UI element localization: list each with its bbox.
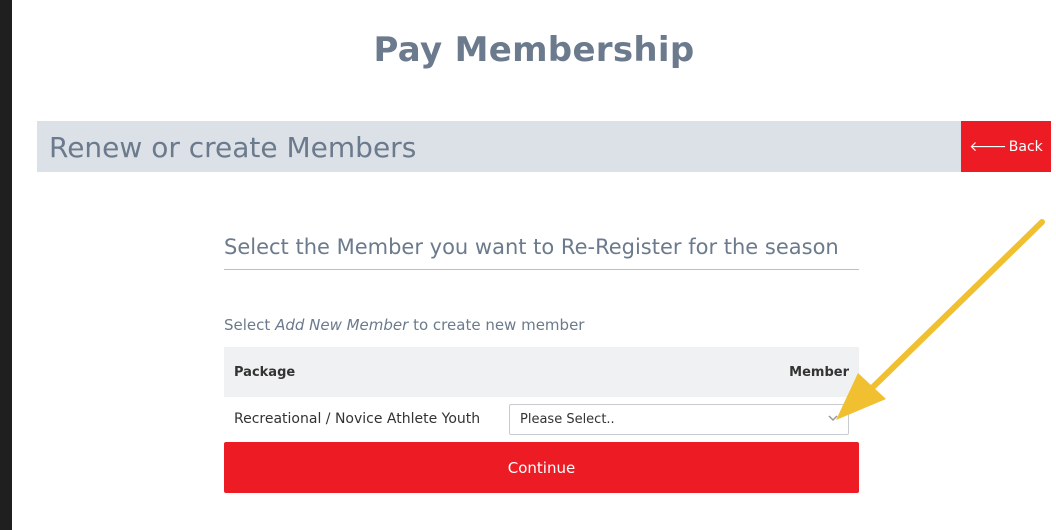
table-header: Package Member — [224, 347, 859, 397]
hint-emphasis: Add New Member — [275, 316, 409, 334]
back-button[interactable]: 🡐 Back — [961, 121, 1051, 172]
chevron-down-icon — [828, 415, 838, 422]
member-select[interactable]: Please Select.. — [509, 404, 849, 435]
section-header: Renew or create Members 🡐 Back — [37, 121, 1051, 172]
form-subtitle: Select the Member you want to Re-Registe… — [224, 235, 859, 270]
page: Pay Membership Renew or create Members 🡐… — [12, 0, 1056, 530]
hint-prefix: Select — [224, 316, 271, 334]
continue-button[interactable]: Continue — [224, 442, 859, 493]
back-arrow-icon: 🡐 — [969, 139, 1007, 155]
column-header-package: Package — [234, 365, 296, 380]
page-title: Pay Membership — [373, 30, 695, 70]
package-name: Recreational / Novice Athlete Youth — [234, 411, 481, 427]
hint-suffix: to create new member — [413, 316, 585, 334]
back-label: Back — [1008, 138, 1043, 155]
add-member-hint: Select Add New Member to create new memb… — [224, 316, 584, 334]
section-title: Renew or create Members — [49, 131, 417, 164]
member-select-value: Please Select.. — [520, 412, 615, 427]
column-header-member: Member — [789, 365, 849, 380]
